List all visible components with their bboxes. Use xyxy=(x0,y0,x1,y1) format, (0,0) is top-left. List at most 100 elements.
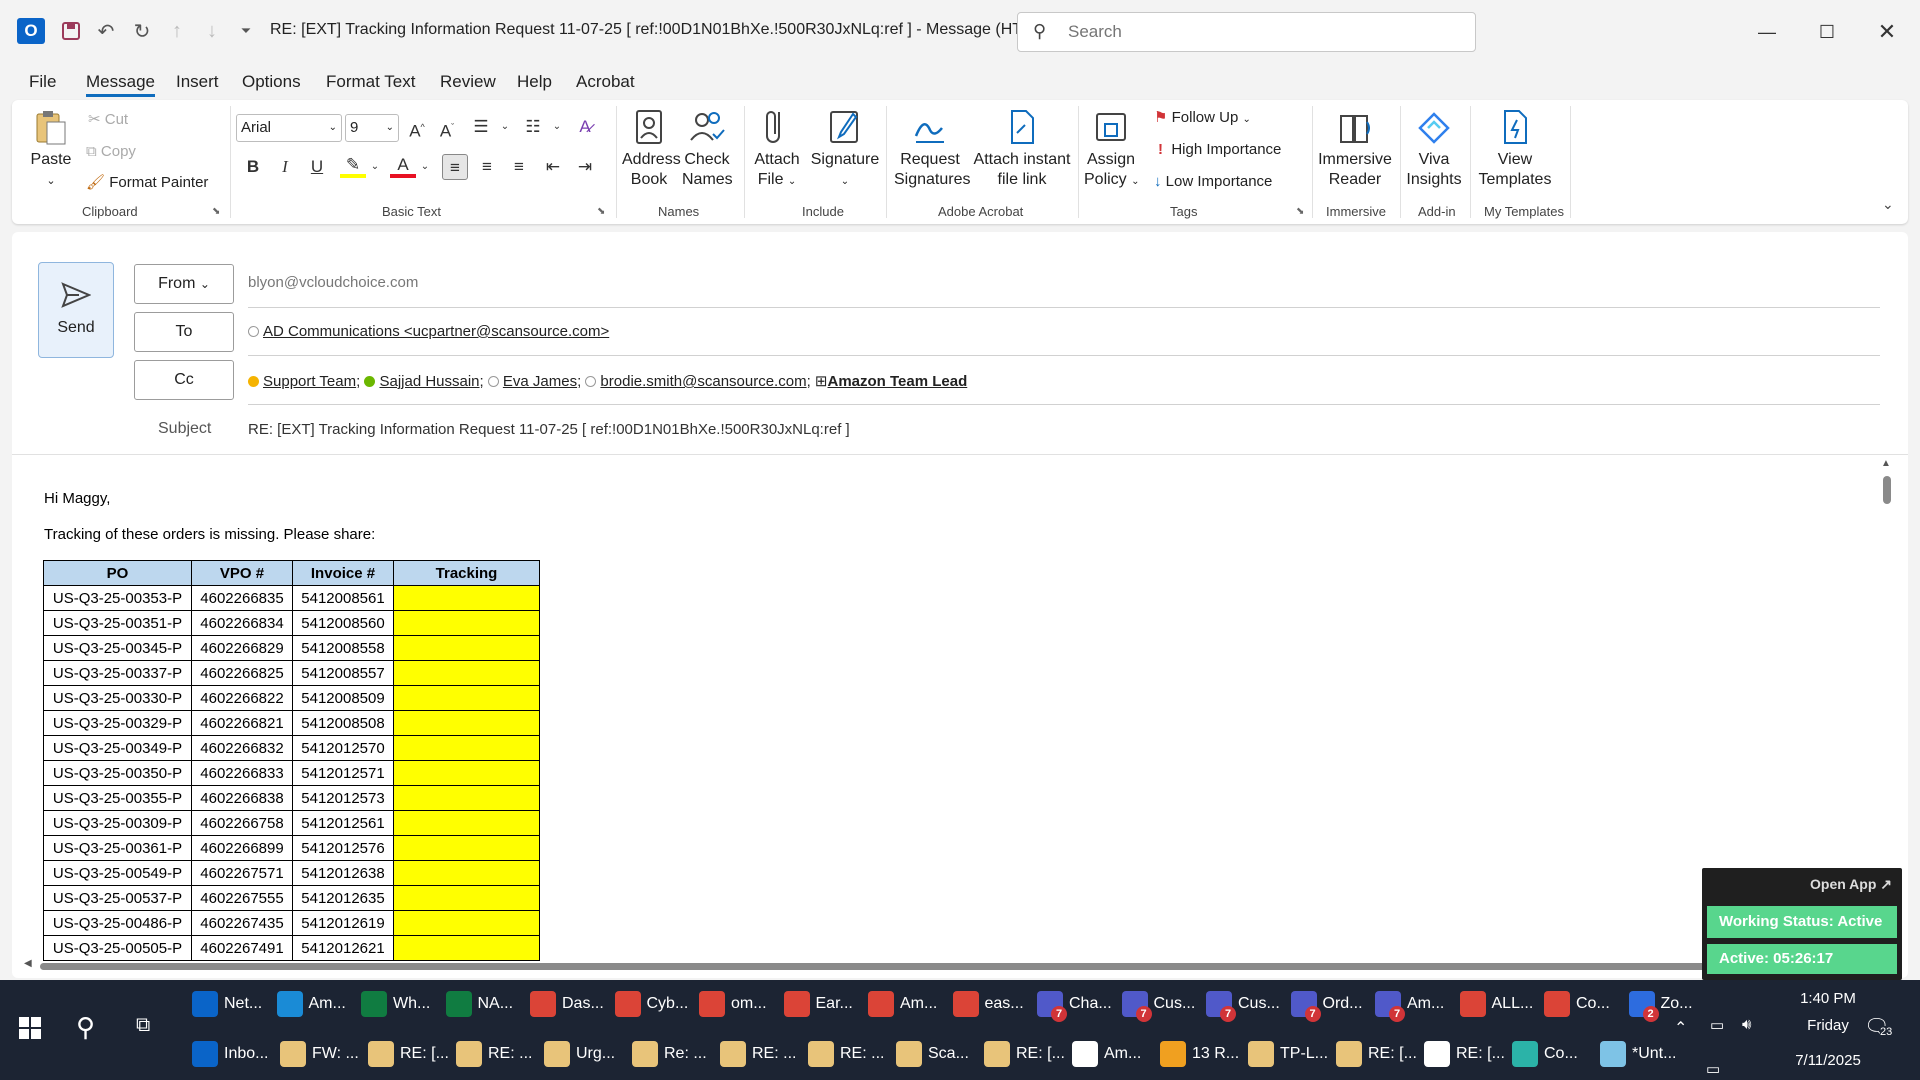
taskbar-item[interactable]: eas... xyxy=(952,982,1024,1026)
request-signatures-button[interactable]: Request Signatures xyxy=(894,108,971,190)
high-importance-button[interactable]: ! High Importance xyxy=(1158,140,1281,160)
tracking-cell[interactable] xyxy=(393,685,540,711)
taskbar-item[interactable]: 7 Ord... xyxy=(1290,982,1363,1026)
recipient[interactable]: brodie.smith@scansource.com xyxy=(600,373,806,390)
taskbar-item[interactable]: RE: [... xyxy=(984,1032,1065,1076)
tab-file[interactable]: File xyxy=(29,72,56,92)
tab-help[interactable]: Help xyxy=(517,72,552,92)
tracking-cell[interactable] xyxy=(393,785,540,811)
from-button[interactable]: From ⌄ xyxy=(134,264,234,304)
clock-day[interactable]: Friday xyxy=(1782,1017,1874,1034)
tracking-cell[interactable] xyxy=(393,585,540,611)
taskbar-item[interactable]: RE: ... xyxy=(720,1032,796,1076)
underline-icon[interactable]: U xyxy=(304,154,330,180)
taskbar-item[interactable]: Inbo... xyxy=(192,1032,268,1076)
taskbar-item[interactable]: *Unt... xyxy=(1600,1032,1676,1076)
to-button[interactable]: To xyxy=(134,312,234,352)
working-status-badge[interactable]: Working Status: Active xyxy=(1707,906,1897,938)
font-size-combo[interactable]: 9 ⌄ xyxy=(345,114,399,142)
recipient[interactable]: Eva James xyxy=(503,373,577,390)
viva-insights-button[interactable]: Viva Insights xyxy=(1406,108,1462,190)
recipient[interactable]: Support Team xyxy=(263,373,356,390)
taskbar-item[interactable]: NA... xyxy=(445,982,513,1026)
align-left-icon[interactable]: ≡ xyxy=(442,154,468,180)
tracking-cell[interactable] xyxy=(393,810,540,836)
tab-options[interactable]: Options xyxy=(242,72,301,92)
dialog-launcher-icon[interactable]: ⬊ xyxy=(597,206,605,217)
tracking-cell[interactable] xyxy=(393,610,540,636)
tracking-cell[interactable] xyxy=(393,735,540,761)
tab-acrobat[interactable]: Acrobat xyxy=(576,72,635,92)
scrollbar-thumb[interactable] xyxy=(1883,476,1891,504)
taskbar-item[interactable]: Am... xyxy=(1072,1032,1141,1076)
message-body[interactable]: Hi Maggy, Tracking of these orders is mi… xyxy=(30,476,1890,966)
taskbar-item[interactable]: Wh... xyxy=(361,982,430,1026)
open-app-link[interactable]: Open App ↗ xyxy=(1810,876,1892,893)
tracking-cell[interactable] xyxy=(393,760,540,786)
taskbar-item[interactable]: RE: ... xyxy=(808,1032,884,1076)
to-field[interactable]: AD Communications <ucpartner@scansource.… xyxy=(248,323,609,340)
tab-format-text[interactable]: Format Text xyxy=(326,72,415,92)
vertical-scrollbar[interactable]: ▲ xyxy=(1877,226,1895,976)
attach-file-button[interactable]: Attach File ⌄ xyxy=(754,108,800,192)
align-center-icon[interactable]: ≡ xyxy=(474,154,500,180)
italic-icon[interactable]: I xyxy=(272,154,298,180)
tab-insert[interactable]: Insert xyxy=(176,72,219,92)
taskbar-item[interactable]: RE: [... xyxy=(1336,1032,1417,1076)
clock-date[interactable]: 7/11/2025 xyxy=(1772,1052,1884,1069)
align-right-icon[interactable]: ≡ xyxy=(506,154,532,180)
dialog-launcher-icon[interactable]: ⬊ xyxy=(212,206,220,217)
search-box[interactable]: ⚲ xyxy=(1017,12,1476,52)
next-item-icon[interactable]: ↓ xyxy=(198,17,226,45)
cc-field[interactable]: Support Team; Sajjad Hussain; Eva James;… xyxy=(248,372,967,390)
search-input[interactable] xyxy=(1068,20,1458,44)
notifications-icon[interactable]: 🗨︎ 23 xyxy=(1864,1014,1893,1039)
show-hidden-icons-icon[interactable]: ⌃ xyxy=(1674,1018,1687,1038)
attach-instant-file-link-button[interactable]: Attach instant file link xyxy=(972,108,1072,190)
save-icon[interactable] xyxy=(57,17,85,45)
windows-start-icon[interactable] xyxy=(18,1016,42,1043)
taskbar-item[interactable]: Ear... xyxy=(783,982,853,1026)
grow-font-icon[interactable]: A^ xyxy=(404,114,430,141)
tracking-cell[interactable] xyxy=(393,910,540,936)
subject-field[interactable]: RE: [EXT] Tracking Information Request 1… xyxy=(248,421,850,438)
low-importance-button[interactable]: ↓ Low Importance xyxy=(1154,172,1272,192)
collapse-ribbon-icon[interactable]: ⌄ xyxy=(1882,196,1894,213)
tracking-cell[interactable] xyxy=(393,935,540,961)
taskbar-item[interactable]: Am... xyxy=(276,982,346,1026)
taskbar-item[interactable]: RE: [... xyxy=(368,1032,449,1076)
numbering-dropdown-icon[interactable]: ⌄ xyxy=(550,114,564,140)
follow-up-button[interactable]: ⚑ Follow Up ⌄ xyxy=(1154,108,1251,130)
minimize-button[interactable]: — xyxy=(1744,12,1790,52)
taskbar-item[interactable]: Das... xyxy=(530,982,604,1026)
view-templates-button[interactable]: View Templates xyxy=(1478,108,1552,190)
bullets-dropdown-icon[interactable]: ⌄ xyxy=(498,114,512,140)
taskbar-item[interactable]: Sca... xyxy=(896,1032,969,1076)
taskbar-item[interactable]: FW: ... xyxy=(280,1032,359,1076)
undo-icon[interactable]: ↶ xyxy=(92,17,120,45)
copy-button[interactable]: ⧉ Copy xyxy=(86,142,136,162)
taskbar-item[interactable]: TP-L... xyxy=(1248,1032,1328,1076)
assign-policy-button[interactable]: Assign Policy ⌄ xyxy=(1084,108,1140,192)
taskbar-item[interactable]: 7 Cus... xyxy=(1206,982,1280,1026)
tracking-cell[interactable] xyxy=(393,860,540,886)
tracking-cell[interactable] xyxy=(393,885,540,911)
taskbar-item[interactable]: Urg... xyxy=(544,1032,615,1076)
recipient[interactable]: Sajjad Hussain xyxy=(379,373,479,390)
bold-icon[interactable]: B xyxy=(240,154,266,180)
increase-indent-icon[interactable]: ⇥ xyxy=(572,154,598,180)
clock-time[interactable]: 1:40 PM xyxy=(1782,990,1874,1007)
taskbar-item[interactable]: Am... xyxy=(868,982,937,1026)
font-name-combo[interactable]: Arial ⌄ xyxy=(236,114,342,142)
recipient-group[interactable]: Amazon Team Lead xyxy=(827,373,967,390)
taskbar-item[interactable]: om... xyxy=(699,982,767,1026)
task-view-icon[interactable]: ⧉ xyxy=(136,1014,150,1037)
taskbar-item[interactable]: 13 R... xyxy=(1160,1032,1239,1076)
paste-button[interactable]: Paste ⌄ xyxy=(30,108,72,191)
numbering-icon[interactable]: ☷ xyxy=(520,114,546,140)
bullets-icon[interactable]: ☰ xyxy=(468,114,494,140)
close-button[interactable]: ✕ xyxy=(1864,12,1910,52)
check-names-button[interactable]: Check Names xyxy=(682,108,733,190)
taskbar-item[interactable]: 7 Cha... xyxy=(1037,982,1112,1026)
horizontal-scrollbar[interactable]: ◀ xyxy=(20,958,1720,974)
